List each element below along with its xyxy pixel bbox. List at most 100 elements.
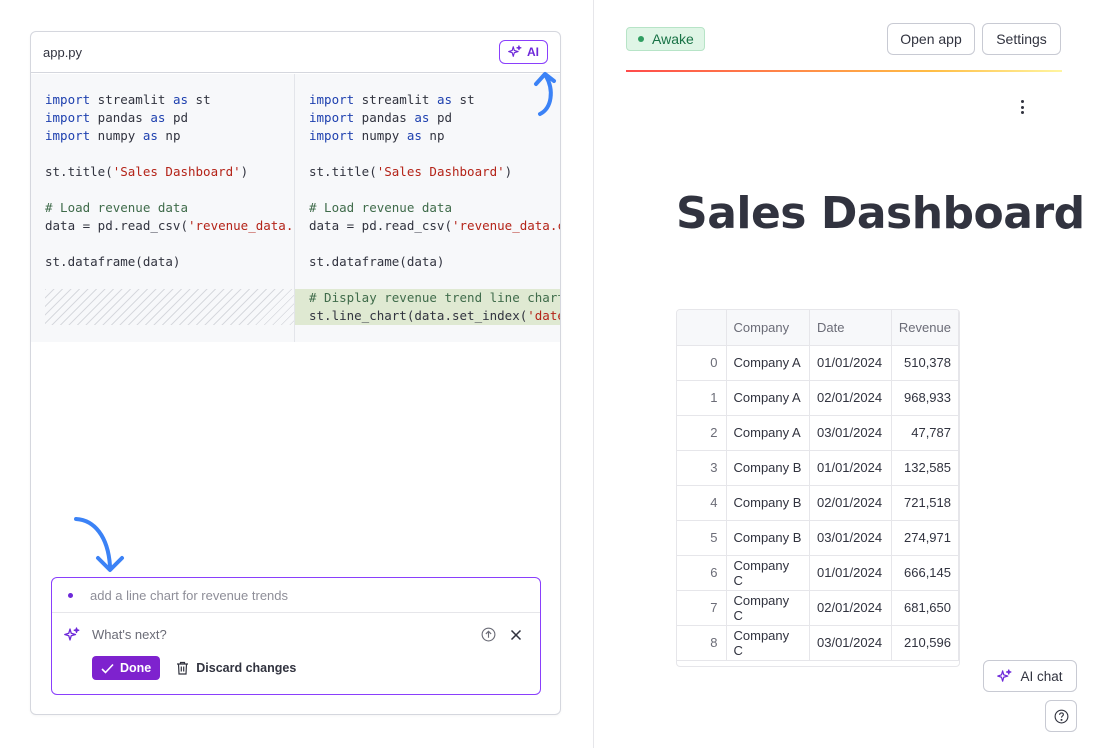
- table-cell: 1: [677, 380, 727, 416]
- done-label: Done: [120, 661, 152, 675]
- annotation-arrow-down: [74, 517, 124, 572]
- table-row[interactable]: 3 Company B 01/01/2024 132,585: [677, 450, 959, 486]
- code-line: import streamlit as st: [45, 92, 211, 107]
- code-line: import streamlit as st: [309, 92, 475, 107]
- table-cell: 7: [677, 590, 727, 626]
- code-line: data = pd.read_csv('revenue_data.csv'): [45, 218, 294, 233]
- table-cell: Company C: [726, 625, 810, 661]
- discard-label: Discard changes: [196, 661, 297, 675]
- diff-view: import streamlit as st import pandas as p…: [31, 74, 560, 342]
- code-line: data = pd.read_csv('revenue_data.csv'): [309, 218, 560, 233]
- sparkle-icon: [64, 626, 80, 641]
- table-cell: 02/01/2024: [809, 485, 892, 521]
- ai-chat-label: AI chat: [1020, 668, 1063, 684]
- table-cell: 47,787: [891, 415, 959, 451]
- table-cell: Company A: [726, 345, 810, 381]
- table-cell: 0: [677, 345, 727, 381]
- discard-changes-button[interactable]: Discard changes: [176, 661, 296, 675]
- sparkle-icon: [508, 45, 522, 57]
- status-dot-icon: [638, 36, 644, 42]
- close-icon[interactable]: [508, 627, 524, 643]
- table-row[interactable]: 0 Company A 01/01/2024 510,378: [677, 345, 959, 381]
- table-cell: 02/01/2024: [809, 380, 892, 416]
- table-cell: Company C: [726, 590, 810, 626]
- table-cell: 132,585: [891, 450, 959, 486]
- modified-code: import streamlit as st import pandas as p…: [295, 74, 560, 325]
- table-cell: Company B: [726, 485, 810, 521]
- table-cell: 210,596: [891, 625, 959, 661]
- table-cell: 681,650: [891, 590, 959, 626]
- sparkle-icon: [997, 668, 1012, 682]
- table-cell: Company A: [726, 380, 810, 416]
- table-row[interactable]: 7 Company C 02/01/2024 681,650: [677, 590, 959, 626]
- open-app-button[interactable]: Open app: [887, 23, 975, 55]
- file-name: app.py: [43, 44, 83, 60]
- original-code: import streamlit as st import pandas as p…: [31, 74, 294, 325]
- done-button[interactable]: Done: [92, 656, 161, 680]
- diff-original: import streamlit as st import pandas as p…: [31, 74, 295, 342]
- code-line: st.dataframe(data): [309, 254, 445, 269]
- table-row[interactable]: 6 Company C 01/01/2024 666,145: [677, 555, 959, 591]
- table-cell: 03/01/2024: [809, 520, 892, 556]
- code-line: # Load revenue data: [309, 200, 452, 215]
- app-preview-pane: Awake Open app Settings Sales Dashboard …: [595, 0, 1093, 748]
- ai-button[interactable]: AI: [499, 40, 548, 64]
- prompt-input[interactable]: [92, 627, 468, 642]
- prompt-actions: Done Discard changes: [52, 656, 540, 680]
- annotation-arrow-up: [534, 72, 556, 116]
- table-cell: Company C: [726, 555, 810, 591]
- table-cell: 4: [677, 485, 727, 521]
- diff-modified: import streamlit as st import pandas as p…: [295, 74, 560, 342]
- index-header: [677, 310, 727, 346]
- status-text: Awake: [652, 31, 694, 47]
- table-cell: 8: [677, 625, 727, 661]
- code-editor: app.py AI import streamlit as st import p…: [30, 31, 561, 715]
- diff-placeholder: [45, 289, 294, 325]
- table-cell: Company B: [726, 520, 810, 556]
- ai-chat-button[interactable]: AI chat: [983, 660, 1077, 692]
- submit-icon[interactable]: [480, 627, 496, 643]
- dataframe[interactable]: Company Date Revenue 0 Company A 01/01/2024 5…: [676, 309, 960, 667]
- column-header[interactable]: Revenue: [891, 310, 959, 346]
- column-header[interactable]: Company: [726, 310, 810, 346]
- table-row[interactable]: 4 Company B 02/01/2024 721,518: [677, 485, 959, 521]
- help-button[interactable]: [1045, 700, 1077, 732]
- table-header-row: Company Date Revenue: [677, 310, 959, 346]
- table-cell: 01/01/2024: [809, 555, 892, 591]
- prompt-history-text: add a line chart for revenue trends: [90, 587, 289, 603]
- check-icon: [101, 663, 114, 674]
- table-cell: 721,518: [891, 485, 959, 521]
- more-options-icon[interactable]: [1016, 98, 1028, 116]
- code-line: # Load revenue data: [45, 200, 188, 215]
- column-header[interactable]: Date: [809, 310, 892, 346]
- code-line: import pandas as pd: [309, 110, 453, 125]
- table-row[interactable]: 1 Company A 02/01/2024 968,933: [677, 380, 959, 416]
- editor-header: app.py AI: [31, 32, 560, 73]
- trash-icon: [177, 661, 189, 675]
- prompt-input-row: [52, 613, 540, 656]
- table-row[interactable]: 8 Company C 03/01/2024 210,596: [677, 625, 959, 661]
- table-cell: 03/01/2024: [809, 415, 892, 451]
- prompt-history-item: add a line chart for revenue trends: [52, 578, 540, 613]
- code-line: import numpy as np: [309, 128, 445, 143]
- settings-button[interactable]: Settings: [982, 23, 1061, 55]
- code-line: st.line_chart(data.set_index('date')): [295, 307, 560, 325]
- table-cell: 03/01/2024: [809, 625, 892, 661]
- code-line: # Display revenue trend line chart: [295, 289, 560, 307]
- table-cell: 666,145: [891, 555, 959, 591]
- table-cell: 3: [677, 450, 727, 486]
- code-line: import pandas as pd: [45, 110, 189, 125]
- table-cell: 510,378: [891, 345, 959, 381]
- code-line: import numpy as np: [45, 128, 181, 143]
- table-row[interactable]: 5 Company B 03/01/2024 274,971: [677, 520, 959, 556]
- status-badge: Awake: [626, 27, 705, 51]
- table-row[interactable]: 2 Company A 03/01/2024 47,787: [677, 415, 959, 451]
- editor-pane: app.py AI import streamlit as st import p…: [0, 0, 594, 748]
- ai-button-label: AI: [527, 45, 539, 59]
- ai-prompt-panel: add a line chart for revenue trends What…: [51, 577, 541, 695]
